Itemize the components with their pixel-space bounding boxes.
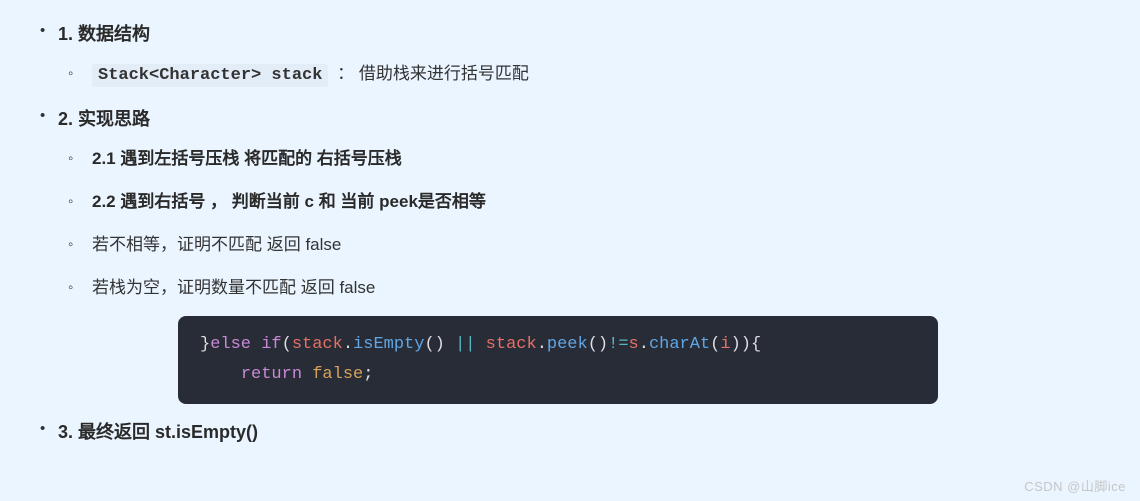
subheading-2-2: 2.2 遇到右括号 ， 判断当前 c 和 当前 peek是否相等 bbox=[92, 192, 486, 211]
item-1-sublist: Stack<Character> stack ： 借助栈来进行括号匹配 bbox=[58, 60, 1100, 91]
item-2-sub4: 若栈为空，证明数量不匹配 返回 false bbox=[92, 274, 1100, 303]
item-2-sublist: 2.1 遇到左括号压栈 将匹配的 右括号压栈 2.2 遇到右括号 ， 判断当前 … bbox=[58, 145, 1100, 303]
item-1: 1. 数据结构 Stack<Character> stack ： 借助栈来进行括… bbox=[58, 20, 1100, 91]
text-2-4: 若栈为空，证明数量不匹配 返回 false bbox=[92, 278, 375, 297]
outer-list: 1. 数据结构 Stack<Character> stack ： 借助栈来进行括… bbox=[40, 20, 1100, 444]
item-2-sub1: 2.1 遇到左括号压栈 将匹配的 右括号压栈 bbox=[92, 145, 1100, 174]
item-2: 2. 实现思路 2.1 遇到左括号压栈 将匹配的 右括号压栈 2.2 遇到右括号… bbox=[58, 105, 1100, 404]
heading-1: 1. 数据结构 bbox=[58, 24, 150, 44]
item-2-sub3: 若不相等，证明不匹配 返回 false bbox=[92, 231, 1100, 260]
code-line-2: return false; bbox=[200, 360, 916, 390]
code-block: }else if(stack.isEmpty() || stack.peek()… bbox=[178, 316, 938, 404]
text-2-3: 若不相等，证明不匹配 返回 false bbox=[92, 235, 341, 254]
item-3: 3. 最终返回 st.isEmpty() bbox=[58, 418, 1100, 444]
watermark: CSDN @山脚ice bbox=[1024, 476, 1126, 495]
item-1-sub1: Stack<Character> stack ： 借助栈来进行括号匹配 bbox=[92, 60, 1100, 91]
document-container: 1. 数据结构 Stack<Character> stack ： 借助栈来进行括… bbox=[0, 0, 1140, 501]
inline-code-stack: Stack<Character> stack bbox=[92, 64, 328, 87]
heading-2: 2. 实现思路 bbox=[58, 109, 150, 129]
inline-code-desc: ： 借助栈来进行括号匹配 bbox=[332, 64, 528, 83]
heading-3: 3. 最终返回 st.isEmpty() bbox=[58, 422, 258, 442]
item-2-sub2: 2.2 遇到右括号 ， 判断当前 c 和 当前 peek是否相等 bbox=[92, 188, 1100, 217]
code-line-1: }else if(stack.isEmpty() || stack.peek()… bbox=[200, 330, 916, 360]
subheading-2-1: 2.1 遇到左括号压栈 将匹配的 右括号压栈 bbox=[92, 149, 402, 168]
